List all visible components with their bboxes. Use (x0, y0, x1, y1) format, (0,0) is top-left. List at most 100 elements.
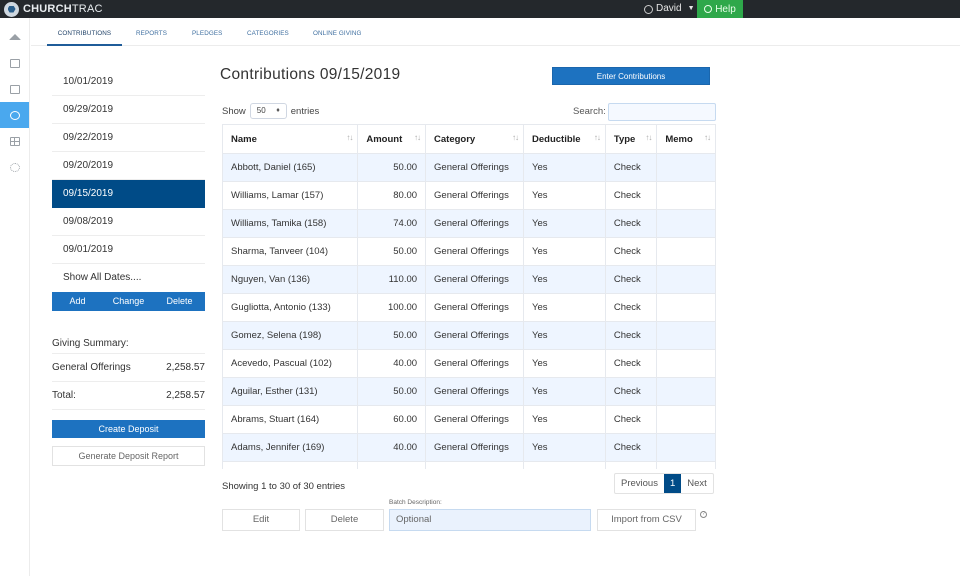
tab-contributions[interactable]: CONTRIBUTIONS (47, 18, 122, 46)
cell-type: Check (604, 153, 658, 182)
import-csv-button[interactable]: Import from CSV (597, 509, 696, 531)
table-row[interactable]: Nguyen, Van (136) 110.00 General Offerings… (222, 265, 716, 294)
table-info: Showing 1 to 30 of 30 entries (222, 481, 346, 492)
help-question-icon[interactable]: ? (700, 511, 707, 518)
cell-memo (656, 349, 716, 378)
column-header-amount[interactable]: Amount ↑↓ (357, 124, 427, 154)
summary-total: Total: 2,258.57 (52, 382, 205, 410)
date-item[interactable]: 09/01/2019 (52, 236, 205, 264)
column-header-name[interactable]: Name ↑↓ (222, 124, 359, 154)
calendar-icon (9, 84, 20, 94)
summary-row-value: 2,258.57 (166, 362, 205, 373)
table-row[interactable]: Williams, Tamika (158) 74.00 General Offer… (222, 209, 716, 238)
search-input[interactable] (608, 103, 716, 121)
search-label: Search: (573, 106, 606, 117)
page-length-control: Show 50 entries (222, 103, 319, 119)
page-1-button[interactable]: 1 (663, 474, 682, 493)
date-item[interactable]: 09/22/2019 (52, 124, 205, 152)
date-item[interactable]: 09/29/2019 (52, 96, 205, 124)
table-row[interactable]: Gomez, Selena (198) 50.00 General Offering… (222, 321, 716, 350)
summary-title: Giving Summary: (52, 334, 205, 354)
tab-bar: CONTRIBUTIONS REPORTS PLEDGES CATEGORIES… (31, 18, 960, 46)
cell-name: Adams, Jennifer (169) (222, 433, 359, 462)
column-label: Amount (366, 133, 403, 145)
show-all-dates-link[interactable]: Show All Dates.... (52, 264, 205, 292)
column-header-memo[interactable]: Memo ↑↓ (656, 124, 716, 154)
nav-contributions[interactable] (0, 102, 29, 128)
date-item[interactable]: 10/01/2019 (52, 68, 205, 96)
table-row[interactable]: Sharma, Tanveer (104) 50.00 General Offeri… (222, 237, 716, 266)
cell-type: Check (604, 293, 658, 322)
previous-page-button[interactable]: Previous (615, 474, 664, 493)
nav-people[interactable] (0, 50, 29, 76)
column-label: Name (231, 133, 257, 145)
cell-category: General Offerings (425, 153, 525, 182)
cell-amount (357, 461, 427, 469)
tab-categories[interactable]: CATEGORIES (247, 18, 289, 46)
table-row[interactable]: Gugliotta, Antonio (133) 100.00 General Of… (222, 293, 716, 322)
cell-deductible: Yes (523, 405, 606, 434)
cell-amount: 40.00 (357, 349, 427, 378)
table-row[interactable]: Abrams, Stuart (164) 60.00 General Offerin… (222, 405, 716, 434)
nav-grid[interactable] (0, 128, 29, 154)
summary-total-label: Total: (52, 390, 76, 401)
cell-type: Check (604, 209, 658, 238)
page-title: Contributions 09/15/2019 (220, 66, 401, 83)
table-row[interactable]: Aguilar, Esther (131) 50.00 General Offeri… (222, 377, 716, 406)
cell-memo (656, 265, 716, 294)
table-row[interactable]: Abbott, Daniel (165) 50.00 General Offerin… (222, 153, 716, 182)
table-row[interactable]: Williams, Lamar (157) 80.00 General Offeri… (222, 181, 716, 210)
cell-category: General Offerings (425, 293, 525, 322)
date-item-selected[interactable]: 09/15/2019 (52, 180, 205, 208)
entries-label: entries (290, 105, 320, 117)
delete-button[interactable]: Delete (305, 509, 384, 531)
add-date-button[interactable]: Add (52, 292, 103, 311)
date-actions: Add Change Delete (52, 292, 205, 311)
home-icon (8, 34, 21, 40)
table-row[interactable]: Adams, Jennifer (169) 40.00 General Offeri… (222, 433, 716, 462)
contributions-table: Name ↑↓ Amount ↑↓ Category ↑↓ Deductible ↑↓ … (222, 124, 716, 469)
user-menu[interactable]: David ▼ (644, 0, 695, 18)
cell-memo (656, 433, 716, 462)
cell-amount: 60.00 (357, 405, 427, 434)
batch-description-input[interactable]: Optional (389, 509, 591, 531)
generate-deposit-report-button[interactable]: Generate Deposit Report (52, 446, 205, 466)
nav-calendar[interactable] (0, 76, 29, 102)
nav-settings[interactable] (0, 154, 29, 180)
help-label: Help (715, 3, 736, 15)
cell-amount: 100.00 (357, 293, 427, 322)
edit-button[interactable]: Edit (222, 509, 300, 531)
grid-icon (9, 136, 20, 146)
cell-type: Check (604, 461, 658, 469)
entries-select[interactable]: 50 (249, 103, 287, 119)
column-header-type[interactable]: Type ↑↓ (604, 124, 658, 154)
cell-name: Williams, Lamar (157) (222, 181, 359, 210)
tab-online-giving[interactable]: ONLINE GIVING (313, 18, 362, 46)
cell-type: Check (604, 433, 658, 462)
user-icon (644, 4, 653, 14)
table-row[interactable]: Acevedo, Pascual (102) 40.00 General Offer… (222, 349, 716, 378)
next-page-button[interactable]: Next (681, 474, 713, 493)
giving-summary: Giving Summary: General Offerings 2,258.… (52, 334, 205, 410)
summary-row: General Offerings 2,258.57 (52, 354, 205, 382)
create-deposit-button[interactable]: Create Deposit (52, 420, 205, 438)
enter-contributions-button[interactable]: Enter Contributions (552, 67, 710, 85)
cell-memo (656, 461, 716, 469)
app-logo[interactable]: CHURCHTRAC (4, 1, 103, 17)
column-header-category[interactable]: Category ↑↓ (425, 124, 525, 154)
cell-deductible: Yes (523, 209, 606, 238)
cell-memo (656, 293, 716, 322)
tab-pledges[interactable]: PLEDGES (192, 18, 222, 46)
nav-home[interactable] (0, 24, 29, 50)
change-date-button[interactable]: Change (103, 292, 154, 311)
cell-category: General Offerings (425, 461, 525, 469)
tab-reports[interactable]: REPORTS (136, 18, 167, 46)
logo-icon (4, 1, 19, 17)
column-header-deductible[interactable]: Deductible ↑↓ (523, 124, 606, 154)
date-item[interactable]: 09/08/2019 (52, 208, 205, 236)
date-item[interactable]: 09/20/2019 (52, 152, 205, 180)
table-header: Name ↑↓ Amount ↑↓ Category ↑↓ Deductible ↑↓ … (222, 124, 716, 154)
delete-date-button[interactable]: Delete (154, 292, 205, 311)
help-button[interactable]: Help (697, 0, 743, 18)
table-row[interactable]: General OfferingsYesCheck (222, 461, 716, 469)
